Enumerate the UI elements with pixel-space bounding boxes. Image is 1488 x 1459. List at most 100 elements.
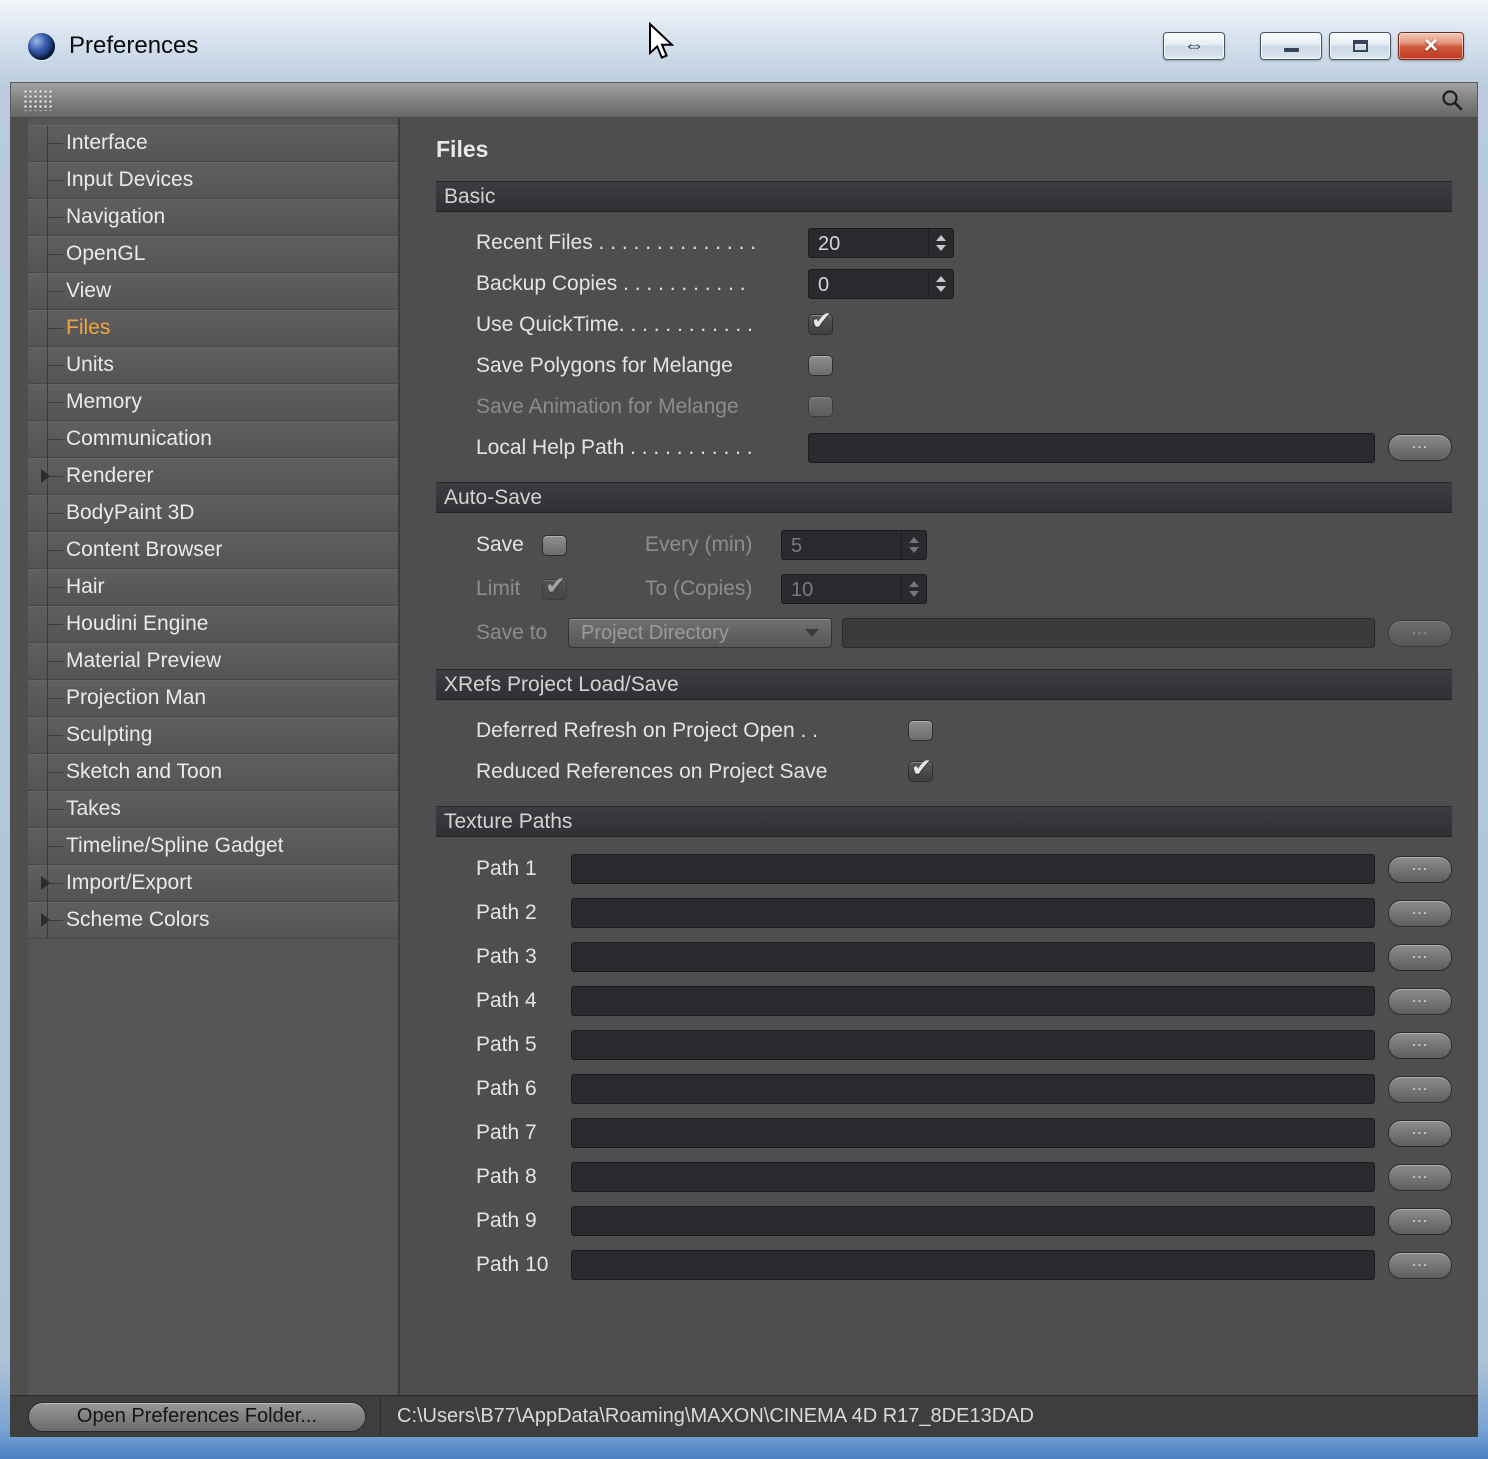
sidebar-item-view[interactable]: View — [28, 273, 398, 310]
spinner-value: 20 — [818, 232, 841, 255]
sidebar-item-label: Sketch and Toon — [66, 760, 223, 783]
minimize-button[interactable] — [1260, 32, 1322, 60]
sidebar-item-opengl[interactable]: OpenGL — [28, 236, 398, 273]
sidebar-item-takes[interactable]: Takes — [28, 791, 398, 828]
texture-path-input[interactable] — [571, 1250, 1375, 1280]
sidebar-item-label: BodyPaint 3D — [66, 501, 195, 524]
maximize-button[interactable] — [1329, 32, 1391, 60]
spinner-arrows-icon[interactable] — [928, 228, 953, 257]
close-button[interactable]: × — [1398, 32, 1464, 60]
mouse-cursor — [649, 22, 674, 59]
sidebar-item-content-browser[interactable]: Content Browser — [28, 532, 398, 569]
texture-path-input[interactable] — [571, 1206, 1375, 1236]
texture-path-input[interactable] — [571, 1074, 1375, 1104]
sidebar-item-memory[interactable]: Memory — [28, 384, 398, 421]
sidebar-item-import-export[interactable]: Import/Export — [28, 865, 398, 902]
spinner-arrows-icon[interactable] — [928, 269, 953, 298]
texture-path-row: Path 2... — [476, 891, 1452, 935]
texture-path-input[interactable] — [571, 1162, 1375, 1192]
sidebar-item-label: Material Preview — [66, 649, 222, 672]
backup-copies-spinner[interactable]: 0 — [808, 268, 954, 299]
main-panel: Files Basic Recent Files . . . . . . . .… — [400, 118, 1478, 1395]
texture-path-row: Path 7... — [476, 1111, 1452, 1155]
browse-button[interactable]: ... — [1388, 943, 1452, 971]
sidebar-item-bodypaint-3d[interactable]: BodyPaint 3D — [28, 495, 398, 532]
browse-button[interactable]: ... — [1388, 1163, 1452, 1191]
local-help-path-label: Local Help Path . . . . . . . . . . . — [476, 435, 753, 459]
sidebar: Interface Input Devices Navigation OpenGL Vi… — [28, 118, 400, 1395]
search-icon[interactable] — [1439, 87, 1465, 113]
sidebar-item-navigation[interactable]: Navigation — [28, 199, 398, 236]
texture-path-row: Path 3... — [476, 935, 1452, 979]
section-header-xrefs: XRefs Project Load/Save — [436, 669, 1452, 700]
browse-button[interactable]: ... — [1388, 1207, 1452, 1235]
path-label: Path 7 — [476, 1121, 537, 1144]
sidebar-item-hair[interactable]: Hair — [28, 569, 398, 606]
use-quicktime-checkbox[interactable] — [808, 306, 833, 336]
texture-path-input[interactable] — [571, 854, 1375, 884]
texture-path-input[interactable] — [571, 1118, 1375, 1148]
sidebar-item-label: Sculpting — [66, 723, 153, 746]
titlebar[interactable]: Preferences ⇔ × — [0, 0, 1488, 82]
preferences-folder-path: C:\Users\B77\AppData\Roaming\MAXON\CINEM… — [380, 1396, 1478, 1437]
sidebar-item-label: Content Browser — [66, 538, 223, 561]
sidebar-item-communication[interactable]: Communication — [28, 421, 398, 458]
recent-files-label: Recent Files . . . . . . . . . . . . . . — [476, 230, 757, 254]
browse-button[interactable]: ... — [1388, 855, 1452, 883]
browse-button[interactable]: ... — [1388, 987, 1452, 1015]
sidebar-item-files[interactable]: Files — [28, 310, 398, 347]
expand-arrow-icon[interactable] — [41, 876, 50, 890]
spinner-value: 10 — [791, 579, 814, 601]
browse-button[interactable]: ... — [1388, 1031, 1452, 1059]
save-animation-row: Save Animation for Melange — [476, 386, 1452, 427]
autosave-to-copies-spinner: 10 — [781, 574, 927, 604]
expand-arrow-icon[interactable] — [41, 469, 50, 483]
autosave-save-to-row: Save to Project Directory ... — [476, 611, 1452, 655]
browse-button[interactable]: ... — [1388, 1251, 1452, 1279]
texture-path-row: Path 10... — [476, 1243, 1452, 1287]
path-label: Path 8 — [476, 1165, 537, 1188]
sidebar-item-material-preview[interactable]: Material Preview — [28, 643, 398, 680]
sidebar-list: Interface Input Devices Navigation OpenGL Vi… — [28, 125, 398, 939]
texture-path-input[interactable] — [571, 1030, 1375, 1060]
reduced-references-row: Reduced References on Project Save — [476, 751, 1452, 792]
sidebar-item-houdini-engine[interactable]: Houdini Engine — [28, 606, 398, 643]
local-help-path-input[interactable] — [808, 432, 1375, 463]
autosave-save-checkbox[interactable] — [542, 534, 567, 556]
minimize-icon — [1283, 48, 1299, 52]
browse-button[interactable]: ... — [1388, 899, 1452, 927]
deferred-refresh-checkbox[interactable] — [908, 720, 933, 741]
texture-path-row: Path 8... — [476, 1155, 1452, 1199]
texture-path-input[interactable] — [571, 986, 1375, 1016]
save-polygons-checkbox[interactable] — [808, 355, 833, 376]
save-polygons-label: Save Polygons for Melange — [476, 353, 733, 377]
texture-path-input[interactable] — [571, 898, 1375, 928]
browse-button[interactable]: ... — [1388, 1075, 1452, 1103]
expand-arrow-icon[interactable] — [41, 913, 50, 927]
sidebar-item-label: Timeline/Spline Gadget — [66, 834, 284, 857]
reduced-references-checkbox[interactable] — [908, 753, 933, 783]
sidebar-item-units[interactable]: Units — [28, 347, 398, 384]
browse-button[interactable]: ... — [1388, 1119, 1452, 1147]
texture-path-input[interactable] — [571, 942, 1375, 972]
chevron-down-icon — [805, 629, 819, 637]
sidebar-item-timeline-spline-gadget[interactable]: Timeline/Spline Gadget — [28, 828, 398, 865]
sidebar-item-projection-man[interactable]: Projection Man — [28, 680, 398, 717]
open-preferences-folder-button[interactable]: Open Preferences Folder... — [28, 1401, 366, 1432]
sidebar-item-label: View — [66, 279, 112, 302]
dock-button[interactable]: ⇔ — [1163, 32, 1225, 60]
sidebar-item-input-devices[interactable]: Input Devices — [28, 162, 398, 199]
sidebar-item-label: Hair — [66, 575, 105, 598]
spinner-value: 0 — [818, 273, 830, 296]
sidebar-item-scheme-colors[interactable]: Scheme Colors — [28, 902, 398, 939]
sidebar-item-label: Houdini Engine — [66, 612, 209, 635]
recent-files-spinner[interactable]: 20 — [808, 227, 954, 258]
grip-icon[interactable] — [23, 89, 53, 111]
sidebar-item-interface[interactable]: Interface — [28, 125, 398, 162]
section-auto-save: Save Every (min) 5 Limit To (Copies) 10 — [436, 513, 1452, 669]
local-help-path-browse-button[interactable]: ... — [1388, 434, 1452, 461]
sidebar-item-sketch-and-toon[interactable]: Sketch and Toon — [28, 754, 398, 791]
sidebar-item-renderer[interactable]: Renderer — [28, 458, 398, 495]
recent-files-row: Recent Files . . . . . . . . . . . . . .… — [476, 222, 1452, 263]
sidebar-item-sculpting[interactable]: Sculpting — [28, 717, 398, 754]
